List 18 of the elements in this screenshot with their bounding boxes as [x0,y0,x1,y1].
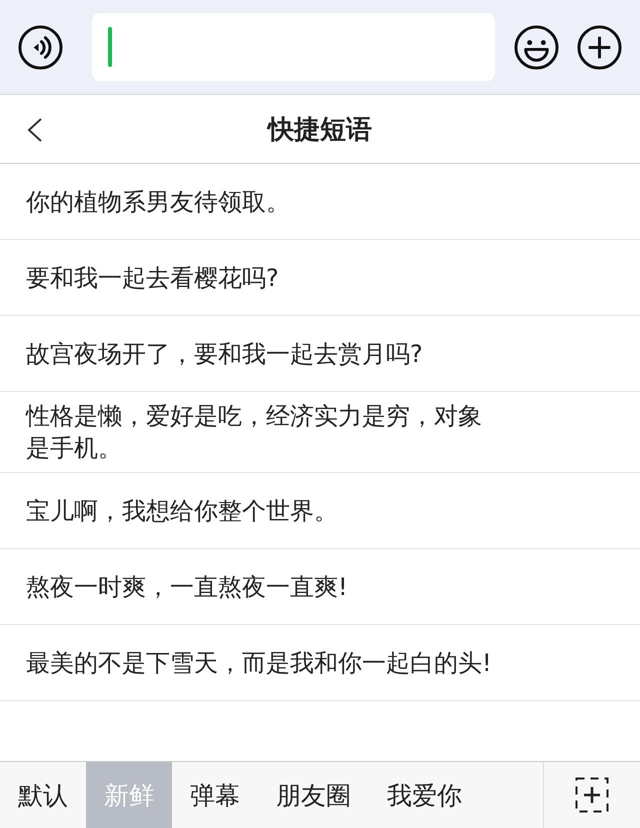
phrase-item[interactable]: 宝儿啊，我想给你整个世界。 [0,473,640,549]
voice-icon[interactable] [17,24,64,70]
add-icon[interactable] [576,24,623,70]
category-tab[interactable]: 默认 [0,762,86,828]
category-tab[interactable]: 弹幕 [172,762,258,828]
emoji-icon[interactable] [513,24,560,70]
back-icon[interactable] [26,117,44,143]
phrase-item[interactable]: 最美的不是下雪天，而是我和你一起白的头! [0,625,640,701]
category-tab[interactable]: 朋友圈 [258,762,369,828]
page-title: 快捷短语 [268,114,372,146]
category-tab[interactable]: 我爱你 [369,762,480,828]
phrase-item[interactable]: 熬夜一时爽，一直熬夜一直爽! [0,549,640,625]
phrase-item[interactable]: 要和我一起去看樱花吗? [0,240,640,316]
phrase-item[interactable]: 你的植物系男友待领取。 [0,164,640,240]
phrase-item[interactable]: 性格是懒，爱好是吃，经济实力是穷，对象是手机。 [0,392,640,473]
phrase-item[interactable]: 故宫夜场开了，要和我一起去赏月吗? [0,316,640,392]
input-field[interactable] [92,13,495,81]
add-icon[interactable] [575,777,609,813]
